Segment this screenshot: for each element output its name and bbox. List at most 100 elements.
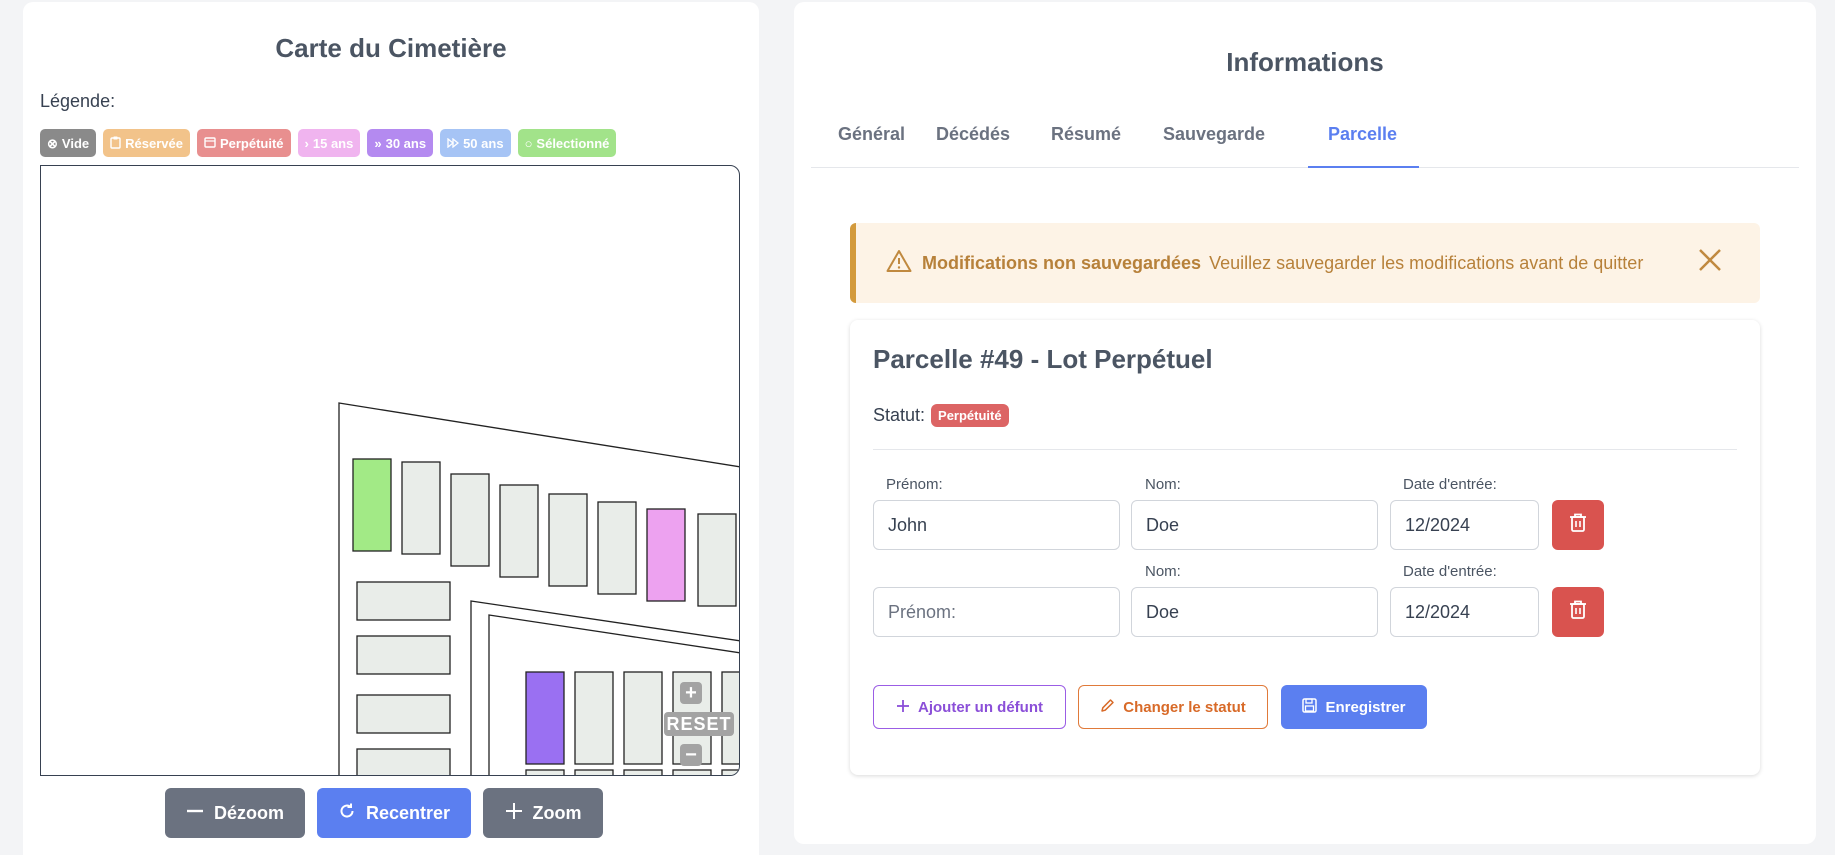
map-zoom-out-control[interactable]: − — [680, 744, 702, 766]
cemetery-map[interactable]: + RESET − — [40, 165, 740, 776]
active-tab-indicator — [1308, 166, 1419, 168]
status-label: Statut: — [873, 405, 926, 425]
legend-chip-30-ans: » 30 ans — [367, 129, 434, 157]
legend-chip-label: 50 ans — [463, 135, 504, 151]
clipboard-icon — [110, 136, 121, 151]
parcel-card: Parcelle #49 - Lot Perpétuel Statut: Per… — [850, 320, 1760, 775]
map-plot[interactable] — [697, 513, 737, 607]
change-status-button-label: Changer le statut — [1123, 698, 1246, 716]
plus-icon — [896, 698, 910, 716]
status-row: Statut: Perpétuité — [873, 404, 1009, 427]
map-plot[interactable] — [623, 671, 663, 765]
warning-icon — [886, 249, 912, 277]
firstname-input[interactable] — [873, 587, 1120, 637]
map-plot[interactable] — [401, 461, 441, 555]
tab-parcelle[interactable]: Parcelle — [1328, 124, 1397, 145]
firstname-input[interactable] — [873, 500, 1120, 550]
tab-sauvegarde[interactable]: Sauvegarde — [1163, 124, 1265, 145]
zoom-button-label: Zoom — [532, 802, 582, 823]
legend-chip-15-ans: › 15 ans — [297, 129, 361, 157]
double-chevron-right-icon: » — [374, 135, 382, 151]
map-plot[interactable] — [574, 769, 614, 776]
trash-icon — [1569, 513, 1587, 538]
floppy-disk-icon — [1302, 698, 1318, 716]
map-plot[interactable] — [525, 769, 565, 776]
circle-icon: ○ — [524, 135, 533, 151]
firstname-label: Prénom: — [886, 476, 943, 493]
chevron-right-icon: › — [304, 135, 309, 151]
legend-chip-label: 30 ans — [385, 135, 427, 151]
tab-decedes[interactable]: Décédés — [936, 124, 1010, 145]
circle-x-icon: ⊗ — [47, 135, 58, 151]
map-plot[interactable] — [356, 748, 451, 776]
recenter-button-label: Recentrer — [365, 802, 451, 823]
info-title: Informations — [1226, 47, 1384, 77]
map-plot[interactable] — [721, 769, 740, 776]
map-plot[interactable] — [672, 769, 712, 776]
map-plot[interactable] — [548, 493, 588, 587]
legend-chip-label: Vide — [61, 135, 90, 151]
dezoom-button-label: Dézoom — [213, 802, 284, 823]
entry-date-input[interactable] — [1390, 500, 1539, 550]
tab-bar: Général Décédés Résumé Sauvegarde Parcel… — [811, 110, 1799, 168]
divider — [873, 449, 1737, 450]
legend-chip-label: 15 ans — [312, 135, 354, 151]
map-plot[interactable] — [525, 671, 565, 765]
delete-defunt-button[interactable] — [1552, 587, 1604, 637]
map-plot[interactable] — [352, 458, 392, 552]
tab-resume[interactable]: Résumé — [1051, 124, 1121, 145]
recenter-button[interactable]: Recentrer — [317, 788, 471, 838]
map-reset-control[interactable]: RESET — [664, 712, 734, 736]
map-plot[interactable] — [450, 473, 490, 567]
dezoom-button[interactable]: Dézoom — [165, 788, 305, 838]
unsaved-changes-alert: Modifications non sauvegardées Veuillez … — [850, 223, 1760, 303]
save-button-label: Enregistrer — [1325, 698, 1406, 716]
entry-date-label: Date d'entrée: — [1403, 476, 1497, 493]
delete-defunt-button[interactable] — [1552, 500, 1604, 550]
map-plot[interactable] — [356, 635, 451, 675]
map-plot[interactable] — [623, 769, 663, 776]
fast-forward-icon — [447, 137, 460, 150]
entry-date-label: Date d'entrée: — [1403, 563, 1497, 580]
status-badge: Perpétuité — [931, 404, 1009, 427]
alert-title: Modifications non sauvegardées — [922, 252, 1202, 273]
lastname-input[interactable] — [1131, 587, 1378, 637]
parcel-title: Parcelle #49 - Lot Perpétuel — [873, 344, 1213, 374]
entry-date-input[interactable] — [1390, 587, 1539, 637]
add-defunt-button[interactable]: Ajouter un défunt — [873, 685, 1066, 729]
map-plot[interactable] — [356, 694, 451, 734]
legend-chip-label: Perpétuité — [219, 135, 284, 151]
close-icon[interactable] — [1698, 245, 1722, 277]
map-plot[interactable] — [646, 508, 686, 602]
lastname-label: Nom: — [1145, 476, 1181, 493]
refresh-icon — [338, 802, 356, 824]
tab-general[interactable]: Général — [838, 124, 905, 145]
legend-chip-vide: ⊗ Vide — [40, 129, 97, 157]
lastname-input[interactable] — [1131, 500, 1378, 550]
alert-message: Veuillez sauvegarder les modifications a… — [1209, 252, 1644, 273]
plus-icon — [505, 802, 523, 824]
legend-chip-label: Réservée — [125, 135, 183, 151]
change-status-button[interactable]: Changer le statut — [1078, 685, 1268, 729]
legend-chip-selectionne: ○ Sélectionné — [517, 129, 617, 157]
map-plot[interactable] — [597, 501, 637, 595]
map-plot[interactable] — [356, 581, 451, 621]
map-title: Carte du Cimetière — [275, 33, 507, 63]
legend-chip-50-ans: 50 ans — [440, 129, 511, 157]
add-defunt-button-label: Ajouter un défunt — [918, 698, 1043, 716]
save-button[interactable]: Enregistrer — [1281, 685, 1427, 729]
map-plot[interactable] — [574, 671, 614, 765]
legend-chip-label: Sélectionné — [536, 135, 610, 151]
minus-icon — [186, 802, 204, 824]
zoom-button[interactable]: Zoom — [483, 788, 603, 838]
calendar-icon — [204, 136, 216, 150]
map-svg[interactable] — [41, 166, 740, 776]
map-plot[interactable] — [499, 484, 539, 578]
info-panel: Informations Général Décédés Résumé Sauv… — [794, 2, 1816, 844]
trash-icon — [1569, 600, 1587, 625]
lastname-label: Nom: — [1145, 563, 1181, 580]
map-zoom-in-control[interactable]: + — [680, 682, 702, 704]
map-panel: Carte du Cimetière Légende: ⊗ Vide Réser… — [23, 2, 759, 855]
pencil-icon — [1100, 698, 1115, 716]
legend-label: Légende: — [40, 91, 116, 111]
